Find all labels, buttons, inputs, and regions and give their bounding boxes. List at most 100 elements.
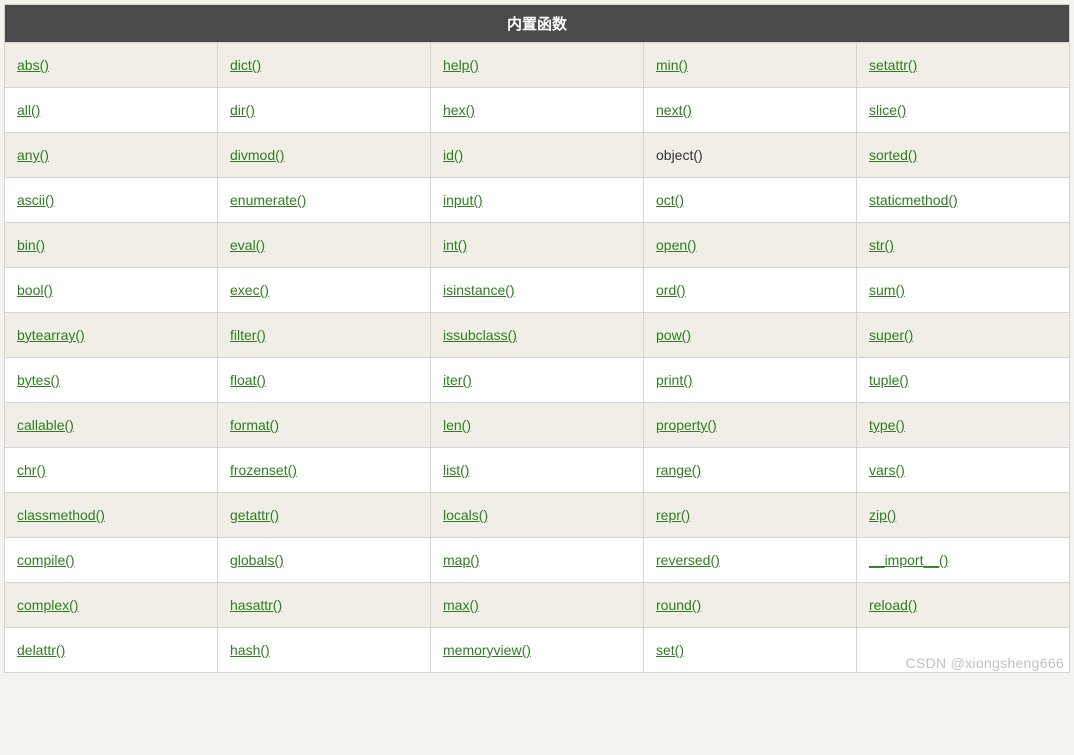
function-link[interactable]: sorted() (869, 147, 917, 163)
function-link[interactable]: bool() (17, 282, 53, 298)
table-cell: setattr() (857, 43, 1070, 88)
table-cell: frozenset() (218, 448, 431, 493)
function-link[interactable]: zip() (869, 507, 896, 523)
function-link[interactable]: reversed() (656, 552, 720, 568)
function-link[interactable]: delattr() (17, 642, 65, 658)
table-row: chr() frozenset() list() range() vars() (5, 448, 1070, 493)
function-link[interactable]: compile() (17, 552, 75, 568)
function-link[interactable]: tuple() (869, 372, 909, 388)
table-cell: sum() (857, 268, 1070, 313)
function-link[interactable]: slice() (869, 102, 906, 118)
function-link[interactable]: list() (443, 462, 469, 478)
table-cell: pow() (644, 313, 857, 358)
function-link[interactable]: frozenset() (230, 462, 297, 478)
function-link[interactable]: bin() (17, 237, 45, 253)
table-cell: isinstance() (431, 268, 644, 313)
function-link[interactable]: input() (443, 192, 483, 208)
function-link[interactable]: eval() (230, 237, 265, 253)
function-link[interactable]: float() (230, 372, 266, 388)
function-link[interactable]: sum() (869, 282, 905, 298)
function-link[interactable]: property() (656, 417, 717, 433)
function-link[interactable]: filter() (230, 327, 266, 343)
function-text: object() (656, 147, 703, 163)
function-link[interactable]: hash() (230, 642, 270, 658)
table-cell: str() (857, 223, 1070, 268)
table-row: callable() format() len() property() type() (5, 403, 1070, 448)
table-cell: staticmethod() (857, 178, 1070, 223)
table-cell: __import__() (857, 538, 1070, 583)
table-cell: dir() (218, 88, 431, 133)
table-cell: print() (644, 358, 857, 403)
function-link[interactable]: open() (656, 237, 696, 253)
table-cell: locals() (431, 493, 644, 538)
function-link[interactable]: issubclass() (443, 327, 517, 343)
function-link[interactable]: dir() (230, 102, 255, 118)
table-row: all() dir() hex() next() slice() (5, 88, 1070, 133)
function-link[interactable]: bytes() (17, 372, 60, 388)
function-link[interactable]: str() (869, 237, 894, 253)
table-cell: any() (5, 133, 218, 178)
function-link[interactable]: range() (656, 462, 701, 478)
function-link[interactable]: next() (656, 102, 692, 118)
function-link[interactable]: enumerate() (230, 192, 306, 208)
table-cell: set() (644, 628, 857, 673)
function-link[interactable]: hasattr() (230, 597, 282, 613)
function-link[interactable]: iter() (443, 372, 472, 388)
function-link[interactable]: id() (443, 147, 463, 163)
function-link[interactable]: ord() (656, 282, 686, 298)
function-link[interactable]: print() (656, 372, 693, 388)
table-cell: format() (218, 403, 431, 448)
function-link[interactable]: hex() (443, 102, 475, 118)
table-cell: callable() (5, 403, 218, 448)
function-link[interactable]: complex() (17, 597, 78, 613)
function-link[interactable]: int() (443, 237, 467, 253)
function-link[interactable]: format() (230, 417, 279, 433)
function-link[interactable]: vars() (869, 462, 905, 478)
function-link[interactable]: abs() (17, 57, 49, 73)
table-cell: bin() (5, 223, 218, 268)
function-link[interactable]: max() (443, 597, 479, 613)
function-link[interactable]: help() (443, 57, 479, 73)
function-link[interactable]: ascii() (17, 192, 54, 208)
function-link[interactable]: pow() (656, 327, 691, 343)
function-link[interactable]: __import__() (869, 552, 948, 568)
function-link[interactable]: len() (443, 417, 471, 433)
function-link[interactable]: divmod() (230, 147, 284, 163)
function-link[interactable]: oct() (656, 192, 684, 208)
function-link[interactable]: min() (656, 57, 688, 73)
table-cell: zip() (857, 493, 1070, 538)
table-cell: chr() (5, 448, 218, 493)
function-link[interactable]: type() (869, 417, 905, 433)
function-link[interactable]: memoryview() (443, 642, 531, 658)
table-header: 内置函数 (5, 5, 1070, 43)
function-link[interactable]: staticmethod() (869, 192, 958, 208)
function-link[interactable]: reload() (869, 597, 917, 613)
function-link[interactable]: locals() (443, 507, 488, 523)
table-cell: float() (218, 358, 431, 403)
function-link[interactable]: round() (656, 597, 701, 613)
table-cell: bytes() (5, 358, 218, 403)
function-link[interactable]: dict() (230, 57, 261, 73)
function-link[interactable]: all() (17, 102, 40, 118)
function-link[interactable]: chr() (17, 462, 46, 478)
function-link[interactable]: set() (656, 642, 684, 658)
function-link[interactable]: globals() (230, 552, 284, 568)
function-link[interactable]: getattr() (230, 507, 279, 523)
function-link[interactable]: callable() (17, 417, 74, 433)
function-link[interactable]: bytearray() (17, 327, 85, 343)
table-row: classmethod() getattr() locals() repr() zip(… (5, 493, 1070, 538)
table-cell: len() (431, 403, 644, 448)
function-link[interactable]: setattr() (869, 57, 917, 73)
table-cell: help() (431, 43, 644, 88)
function-link[interactable]: isinstance() (443, 282, 515, 298)
table-cell: property() (644, 403, 857, 448)
function-link[interactable]: map() (443, 552, 480, 568)
function-link[interactable]: repr() (656, 507, 690, 523)
function-link[interactable]: any() (17, 147, 49, 163)
function-link[interactable]: super() (869, 327, 913, 343)
function-link[interactable]: exec() (230, 282, 269, 298)
table-cell: getattr() (218, 493, 431, 538)
table-row: bin() eval() int() open() str() (5, 223, 1070, 268)
table-cell: hasattr() (218, 583, 431, 628)
function-link[interactable]: classmethod() (17, 507, 105, 523)
